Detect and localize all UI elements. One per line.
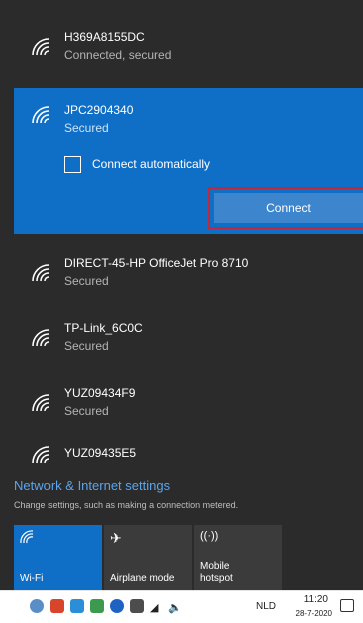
wifi-toggle-label: Wi-Fi: [20, 573, 44, 584]
language-indicator[interactable]: NLD: [256, 601, 276, 612]
network-status: Secured: [64, 121, 109, 135]
network-name: DIRECT-45-HP OfficeJet Pro 8710: [64, 256, 249, 270]
network-status: Connected, secured: [64, 48, 172, 62]
app-tray-icon[interactable]: [50, 599, 64, 613]
clock-time[interactable]: 11:20: [302, 593, 328, 606]
network-tray-icon[interactable]: [30, 599, 44, 613]
wifi-icon: [32, 38, 50, 56]
wifi-flyout: H369A8155DC Connected, secured JPC290434…: [0, 0, 363, 590]
mobile-hotspot-toggle[interactable]: ((·)) Mobile hotspot: [194, 525, 282, 590]
battery-icon[interactable]: [130, 599, 144, 613]
wifi-icon: [32, 106, 50, 124]
airplane-mode-label: Airplane mode: [110, 573, 175, 584]
wifi-icon: [32, 394, 50, 412]
network-item-yuz09434f9[interactable]: YUZ09434F9 Secured: [14, 376, 363, 442]
wifi-toggle[interactable]: Wi-Fi: [14, 525, 102, 590]
wifi-icon: [32, 264, 50, 282]
app-tray-icon[interactable]: [70, 599, 84, 613]
network-item-yuz09435e5[interactable]: YUZ09435E5: [14, 438, 363, 474]
app-tray-icon[interactable]: [90, 599, 104, 613]
network-internet-settings-link[interactable]: Network & Internet settings: [14, 478, 170, 493]
network-status: Secured: [64, 404, 109, 418]
mobile-hotspot-label: Mobile hotspot: [200, 561, 233, 584]
network-name: YUZ09434F9: [64, 386, 136, 400]
connect-button-highlight: Connect: [208, 187, 363, 229]
wifi-icon: [20, 530, 34, 544]
network-name: JPC2904340: [64, 103, 134, 117]
network-item-h369a8155dc[interactable]: H369A8155DC Connected, secured: [14, 20, 363, 86]
quick-actions: Wi-Fi ✈ Airplane mode ((·)) Mobile hotsp…: [14, 525, 363, 590]
airplane-mode-toggle[interactable]: ✈ Airplane mode: [104, 525, 192, 590]
wifi-icon: [32, 329, 50, 347]
network-name: TP-Link_6C0C: [64, 321, 143, 335]
volume-icon[interactable]: 🔈: [168, 601, 182, 614]
bluetooth-icon[interactable]: [110, 599, 124, 613]
wifi-icon: [32, 446, 50, 464]
taskbar: ◢ 🔈 NLD 11:20 28-7-2020: [0, 590, 363, 623]
connect-button[interactable]: Connect: [214, 193, 363, 223]
network-status: Secured: [64, 274, 109, 288]
network-name: H369A8155DC: [64, 30, 145, 44]
connect-automatically-label[interactable]: Connect automatically: [92, 157, 210, 171]
notification-icon[interactable]: [340, 599, 354, 612]
wifi-tray-icon[interactable]: ◢: [150, 601, 158, 614]
connect-automatically-checkbox[interactable]: [64, 156, 81, 173]
network-item-tp-link-6c0c[interactable]: TP-Link_6C0C Secured: [14, 311, 363, 377]
network-settings-description: Change settings, such as making a connec…: [14, 500, 239, 510]
hotspot-icon: ((·)): [200, 530, 219, 542]
network-name: YUZ09435E5: [64, 446, 137, 460]
network-status: Secured: [64, 339, 109, 353]
airplane-icon: ✈: [110, 530, 122, 546]
network-item-direct-45-hp[interactable]: DIRECT-45-HP OfficeJet Pro 8710 Secured: [14, 246, 363, 312]
clock-date[interactable]: 28-7-2020: [284, 608, 332, 620]
